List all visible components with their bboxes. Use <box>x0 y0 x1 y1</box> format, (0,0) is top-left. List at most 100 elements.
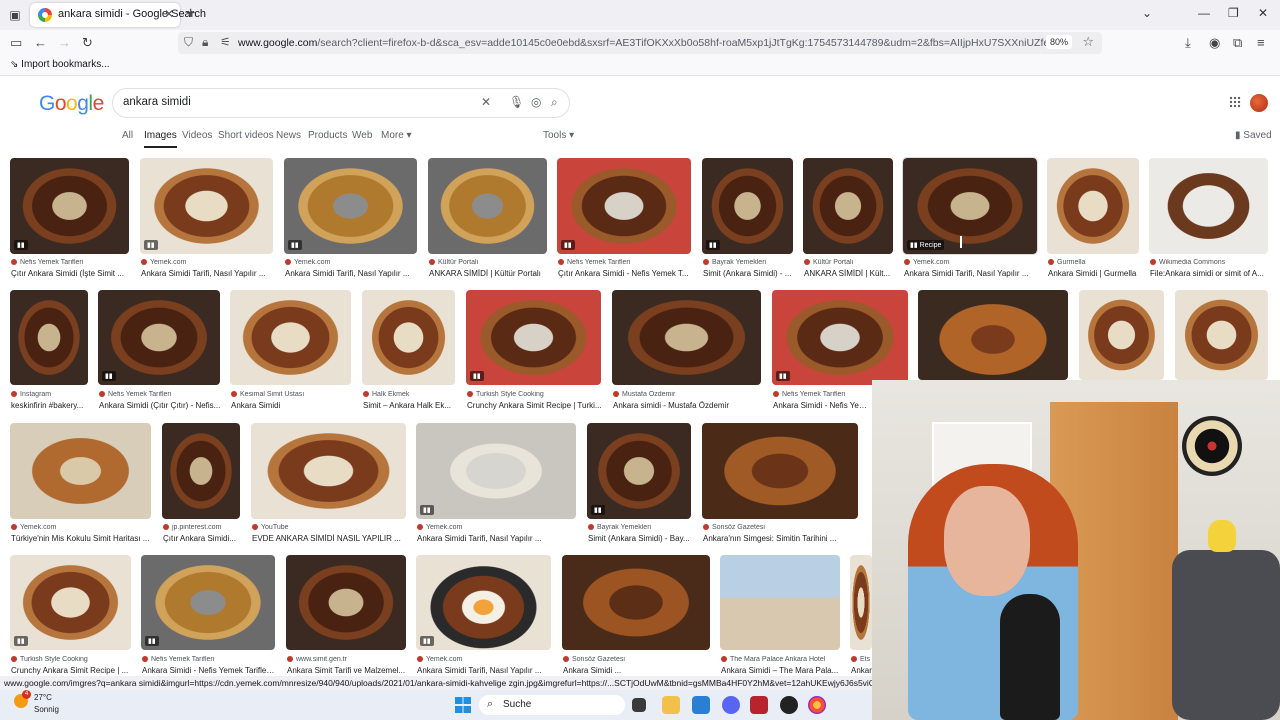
zoom-level[interactable]: 80% <box>1045 35 1072 49</box>
result-caption[interactable]: Simit – Ankara Halk Ek... <box>363 401 456 410</box>
result-caption[interactable]: Ankara Simidi - Nefis Yemek Tarifleri... <box>142 666 276 675</box>
tab-images[interactable]: Images <box>144 130 177 148</box>
extensions-icon[interactable]: ⧉ <box>1233 35 1242 51</box>
result-caption[interactable]: Ankara'nın Simgesi: Simitin Tarihini ... <box>703 534 859 543</box>
result-caption[interactable]: Crunchy Ankara Simit Recipe | ... <box>11 666 132 675</box>
minimize-icon[interactable]: — <box>1198 6 1210 20</box>
result-image[interactable]: ▮▮ Recipe <box>902 157 1038 255</box>
result-image[interactable] <box>10 423 151 519</box>
google-logo[interactable]: Google <box>39 92 104 116</box>
lock-icon[interactable]: 🔒︎ <box>202 35 208 50</box>
menu-icon[interactable]: ≡ <box>1257 35 1265 50</box>
result-image[interactable]: ▮▮ <box>587 423 691 519</box>
tab-active[interactable]: ankara simidi - Google Search ✕ <box>30 3 206 27</box>
result-image[interactable] <box>362 290 455 385</box>
result-image[interactable] <box>803 158 893 254</box>
google-apps-icon[interactable] <box>1229 96 1241 108</box>
tab-list-icon[interactable]: ▣ <box>8 8 22 22</box>
list-all-tabs-icon[interactable]: ⌄ <box>1142 6 1152 20</box>
tab-web[interactable]: Web <box>352 130 372 141</box>
sidebar-icon[interactable]: ▭ <box>10 35 22 51</box>
result-image[interactable] <box>251 423 406 519</box>
app-icon[interactable] <box>750 696 768 714</box>
tab-all[interactable]: All <box>122 130 133 141</box>
task-view-icon[interactable] <box>632 698 646 712</box>
windows-start-icon[interactable] <box>455 697 471 713</box>
result-caption[interactable]: Ankara simidi - Mustafa Özdemir <box>613 401 762 410</box>
result-image[interactable] <box>850 555 872 650</box>
saved-link[interactable]: ▮ Saved <box>1235 130 1272 141</box>
import-bookmarks-link[interactable]: ⇘ Import bookmarks... <box>10 59 110 70</box>
search-icon[interactable]: ⌕ <box>551 95 558 110</box>
result-caption[interactable]: Ankara Simidi - Nefis Yemek T... <box>773 401 871 410</box>
result-caption[interactable]: Ankara Simidi Tarifi, Nasıl Yapılır ... <box>417 666 552 675</box>
reload-icon[interactable]: ↻ <box>82 35 93 51</box>
account-icon[interactable]: ◉ <box>1209 35 1220 51</box>
result-image[interactable]: ▮▮ <box>141 555 275 650</box>
tab-products[interactable]: Products <box>308 130 347 141</box>
result-image[interactable] <box>562 555 710 650</box>
result-image[interactable]: ▮▮ <box>557 158 691 254</box>
result-caption[interactable]: Ankara Simidi Tarifi, Nasıl Yapılır ... <box>141 269 274 278</box>
result-caption[interactable]: Crunchy Ankara Simit Recipe | Turki... <box>467 401 602 410</box>
result-caption[interactable]: Çıtır Ankara Simidi - Nefis Yemek T... <box>558 269 692 278</box>
result-caption[interactable]: Ankara Simidi | Gurmella <box>1048 269 1140 278</box>
result-image[interactable] <box>10 290 88 385</box>
result-image[interactable] <box>1175 290 1268 380</box>
shield-icon[interactable]: ⛉ <box>184 35 193 50</box>
result-image[interactable]: ▮▮ <box>772 290 908 385</box>
result-image[interactable]: ▮▮ <box>10 555 131 650</box>
store-icon[interactable] <box>692 696 710 714</box>
result-caption[interactable]: keskinfirin #bakery... <box>11 401 89 410</box>
tab-news[interactable]: News <box>276 130 301 141</box>
result-caption[interactable]: EVDE ANKARA SİMİDİ NASIL YAPILIR ... <box>252 534 407 543</box>
permissions-icon[interactable]: ⚟ <box>220 35 231 49</box>
search-box[interactable]: ✕ 🎙︎ ◎ ⌕ <box>112 88 570 118</box>
result-image[interactable]: ▮▮ <box>10 158 129 254</box>
result-image[interactable]: ▮▮ <box>416 423 576 519</box>
tab-more[interactable]: More ▾ <box>381 130 412 141</box>
tools-button[interactable]: Tools ▾ <box>543 130 574 141</box>
result-caption[interactable]: Türkiye'nin Mis Kokulu Simit Haritası ..… <box>11 534 152 543</box>
result-image[interactable] <box>1047 158 1139 254</box>
clear-icon[interactable]: ✕ <box>481 95 491 109</box>
search-input[interactable] <box>123 96 473 108</box>
new-tab-icon[interactable]: + <box>186 5 195 23</box>
downloads-icon[interactable]: ⤓ <box>1185 35 1191 51</box>
result-caption[interactable]: Çıtır Ankara Simidi (İşte Simit ... <box>11 269 130 278</box>
result-image[interactable] <box>612 290 761 385</box>
avatar[interactable] <box>1250 94 1268 112</box>
result-image[interactable] <box>1079 290 1164 380</box>
temperature[interactable]: 27°C <box>34 693 52 702</box>
close-window-icon[interactable]: ✕ <box>1258 6 1268 20</box>
result-image[interactable] <box>720 555 840 650</box>
result-caption[interactable]: Ankara Simidi (Çıtır Çıtır) - Nefis... <box>99 401 221 410</box>
result-caption[interactable]: Ankara Simidi ... <box>563 666 711 675</box>
result-caption[interactable]: Ankar <box>851 666 873 675</box>
file-explorer-icon[interactable] <box>662 696 680 714</box>
result-caption[interactable]: ANKARA SİMİDİ | Kültür Portalı <box>429 269 548 278</box>
result-image[interactable]: ▮▮ <box>98 290 220 385</box>
forward-icon[interactable]: → <box>58 35 71 50</box>
back-icon[interactable]: ← <box>34 35 47 50</box>
result-caption[interactable]: Simit (Ankara Simidi) - Bay... <box>588 534 692 543</box>
result-image[interactable] <box>286 555 406 650</box>
result-image[interactable] <box>702 423 858 519</box>
result-caption[interactable]: ANKARA SİMİDİ | Kült... <box>804 269 894 278</box>
tab-short-videos[interactable]: Short videos <box>218 130 274 141</box>
discord-icon[interactable] <box>722 696 740 714</box>
result-image[interactable]: ▮▮ <box>416 555 551 650</box>
result-caption[interactable]: File:Ankara simidi or simit of A... <box>1150 269 1269 278</box>
result-image[interactable] <box>230 290 351 385</box>
result-image[interactable] <box>162 423 240 519</box>
lens-icon[interactable]: ◎ <box>531 95 541 109</box>
result-caption[interactable]: Simit (Ankara Simidi) - ... <box>703 269 794 278</box>
result-image[interactable]: ▮▮ <box>140 158 273 254</box>
microphone-icon[interactable]: 🎙︎ <box>509 95 524 109</box>
result-caption[interactable]: Ankara Simidi Tarifi, Nasıl Yapılır ... <box>417 534 577 543</box>
result-caption[interactable]: Çıtır Ankara Simidi... <box>163 534 241 543</box>
result-caption[interactable]: Ankara Simidi <box>231 401 352 410</box>
weather-condition[interactable]: Sonnig <box>34 705 59 714</box>
url-text[interactable]: www.google.com/search?client=firefox-b-d… <box>238 37 1053 49</box>
taskbar-search[interactable]: ⌕ Suche <box>479 695 625 715</box>
